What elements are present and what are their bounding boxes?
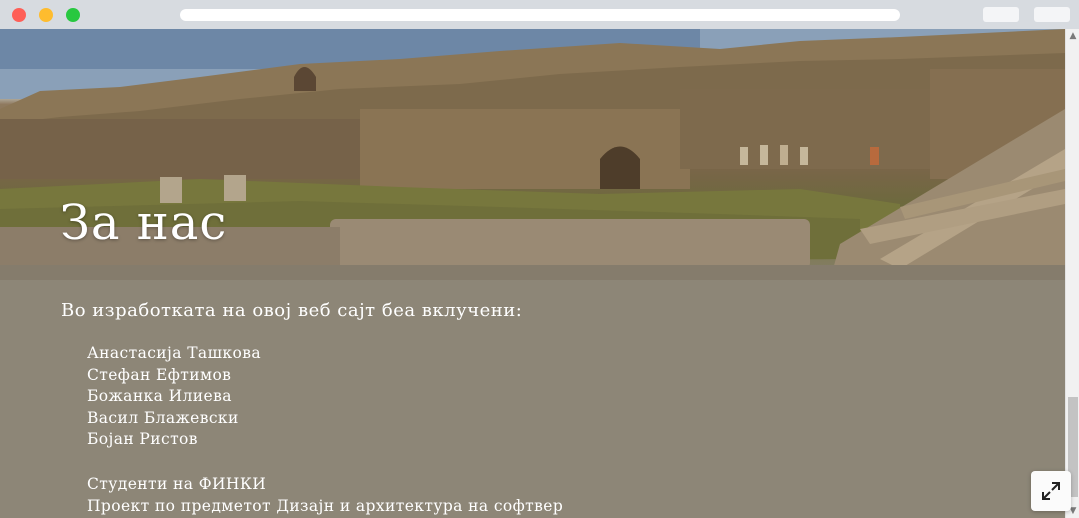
fullscreen-button[interactable] [1031, 471, 1071, 511]
minimize-window-button[interactable] [39, 8, 53, 22]
close-window-button[interactable] [12, 8, 26, 22]
intro-text: Во изработката на овој веб сајт беа вклу… [61, 300, 523, 321]
list-item: Бојан Ристов [87, 430, 198, 449]
expand-icon [1042, 482, 1060, 500]
project-line: Проект по предметот Дизајн и архитектура… [87, 497, 564, 515]
maximize-window-button[interactable] [66, 8, 80, 22]
list-item: Стефан Ефтимов [87, 365, 232, 384]
scroll-up-arrow[interactable]: ▲ [1066, 29, 1079, 43]
list-item: Васил Блажевски [87, 408, 239, 427]
page-title: За нас [60, 195, 228, 251]
browser-titlebar [0, 0, 1079, 30]
main-content: Во изработката на овој веб сајт беа вклу… [0, 280, 1065, 518]
list-item: Анастасија Ташкова [87, 344, 261, 362]
students-line: Студенти на ФИНКИ [87, 475, 267, 493]
project-info: Студенти на ФИНКИ Проект по предметот Ди… [87, 473, 563, 517]
vertical-scrollbar[interactable]: ▲ ▼ [1065, 29, 1079, 518]
toolbar-button[interactable] [1034, 7, 1070, 22]
list-item: Божанка Илиева [87, 387, 232, 406]
address-bar[interactable] [180, 9, 900, 21]
toolbar-button[interactable] [983, 7, 1019, 22]
hero-banner: За нас [0, 29, 1065, 280]
contributors-list: Анастасија Ташкова Стефан Ефтимов Божанк… [87, 343, 261, 451]
